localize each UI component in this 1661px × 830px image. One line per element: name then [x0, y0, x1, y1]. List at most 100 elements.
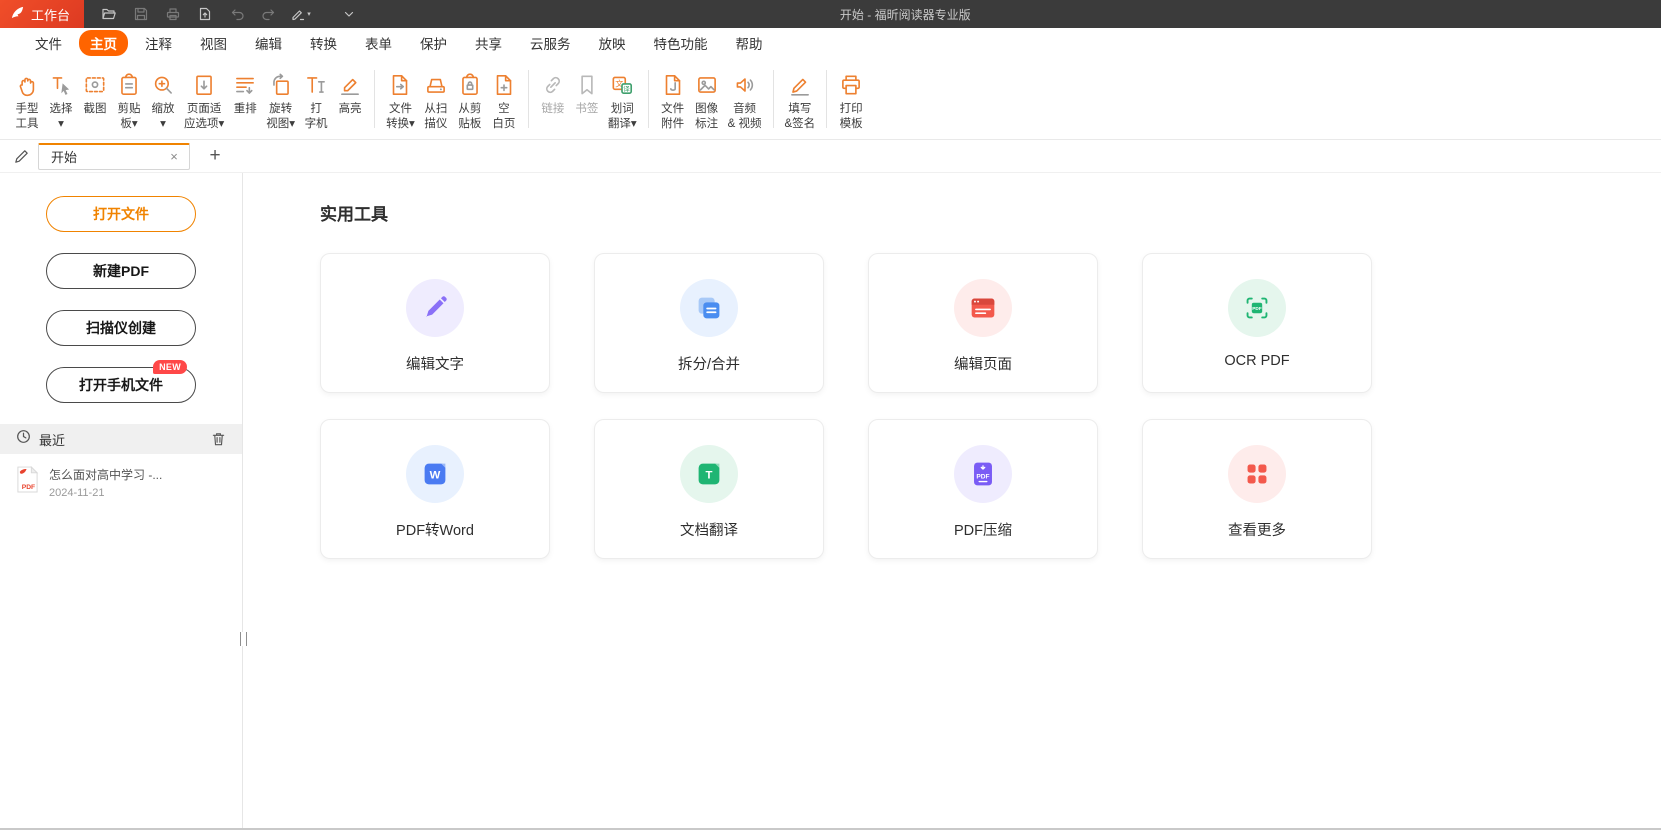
tab-start[interactable]: 开始 × — [38, 143, 190, 170]
ribbon-item-link[interactable]: 链接 — [536, 70, 570, 117]
scanner-create-button[interactable]: 扫描仪创建 — [46, 310, 196, 346]
recent-section-header: 最近 — [0, 424, 242, 454]
print-icon[interactable] — [158, 2, 187, 26]
open-file-button[interactable]: 打开文件 — [46, 196, 196, 232]
ocr-pdf-icon: PDF — [1228, 279, 1286, 337]
signature-icon[interactable]: ▾ — [286, 2, 315, 26]
ribbon-item-bookmark[interactable]: 书签 — [570, 70, 604, 117]
reflow-icon — [232, 70, 258, 100]
tool-card-split-merge[interactable]: 拆分/合并 — [594, 253, 824, 393]
pdf-file-icon: PDF — [16, 466, 39, 498]
tool-card-document-translate[interactable]: T 文档翻译 — [594, 419, 824, 559]
tool-card-edit-pages[interactable]: 编辑页面 — [868, 253, 1098, 393]
window-title: 开始 - 福昕阅读器专业版 — [840, 6, 971, 23]
ribbon-item-page-fit[interactable]: 页面适 应选项▾ — [180, 70, 228, 132]
menu-cloud[interactable]: 云服务 — [519, 30, 582, 56]
tool-card-ocr-pdf[interactable]: PDF OCR PDF — [1142, 253, 1372, 393]
menu-comment[interactable]: 注释 — [134, 30, 183, 56]
trash-icon[interactable] — [211, 431, 226, 447]
redo-icon[interactable] — [254, 2, 283, 26]
workspace-label: 工作台 — [31, 5, 70, 24]
ribbon-item-snapshot[interactable]: 截图 — [78, 70, 112, 117]
menu-file[interactable]: 文件 — [24, 30, 73, 56]
tool-card-pdf-compress[interactable]: PDF PDF压缩 — [868, 419, 1098, 559]
export-icon[interactable] — [190, 2, 219, 26]
paperclip-icon — [660, 70, 686, 100]
tab-label: 开始 — [51, 147, 166, 166]
ribbon-separator — [648, 70, 649, 128]
ribbon-item-image-annotation[interactable]: 图像 标注 — [690, 70, 724, 132]
view-more-icon — [1228, 445, 1286, 503]
scanner-icon — [423, 70, 449, 100]
ribbon-item-audio-video[interactable]: 音频 & 视频 — [724, 70, 766, 132]
foxit-logo-icon — [10, 5, 25, 23]
tool-card-edit-text[interactable]: 编辑文字 — [320, 253, 550, 393]
ribbon-item-from-scanner[interactable]: 从扫 描仪 — [419, 70, 453, 132]
tools-grid: 编辑文字 拆分/合并 编辑页面 PDF — [320, 253, 1661, 559]
tool-card-pdf-to-word[interactable]: W PDF转Word — [320, 419, 550, 559]
svg-text:译: 译 — [624, 85, 631, 93]
recent-file-item[interactable]: PDF 怎么面对高中学习 -... 2024-11-21 — [0, 454, 242, 511]
document-tabbar: 开始 × + — [0, 140, 1661, 173]
split-merge-icon — [680, 279, 738, 337]
ribbon-item-rotate-view[interactable]: 旋转 视图▾ — [262, 70, 299, 132]
ribbon-item-print-template[interactable]: 打印 模板 — [834, 70, 868, 132]
open-folder-icon[interactable] — [94, 2, 123, 26]
svg-text:PDF: PDF — [976, 473, 989, 480]
ribbon-item-zoom[interactable]: 缩放 ▾ — [146, 70, 180, 132]
ribbon-group-media: 文件 附件 图像 标注 音频 & 视频 — [656, 70, 766, 132]
menu-help[interactable]: 帮助 — [725, 30, 774, 56]
ribbon-item-hand-tool[interactable]: 手型 工具 — [10, 70, 44, 132]
chevron-down-icon[interactable] — [334, 2, 363, 26]
svg-text:T: T — [706, 470, 713, 482]
highlight-icon — [337, 70, 363, 100]
menu-form[interactable]: 表单 — [354, 30, 403, 56]
undo-icon[interactable] — [222, 2, 251, 26]
app-window: 工作台 ▾ 开始 - 福昕阅读器专业版 文件 主页 注释 视图 编辑 转换 表单… — [0, 0, 1661, 830]
ribbon-item-blank-page[interactable]: 空 白页 — [487, 70, 521, 132]
save-icon[interactable] — [126, 2, 155, 26]
select-cursor-icon — [48, 70, 74, 100]
ribbon-item-from-clipboard[interactable]: 从剪 贴板 — [453, 70, 487, 132]
edit-pencil-icon[interactable] — [8, 143, 34, 169]
ribbon-item-reflow[interactable]: 重排 — [228, 70, 262, 117]
ribbon-separator — [528, 70, 529, 128]
menu-share[interactable]: 共享 — [464, 30, 513, 56]
typewriter-icon — [303, 70, 329, 100]
zoom-icon — [150, 70, 176, 100]
titlebar-quick-actions: ▾ — [94, 2, 363, 26]
menu-convert[interactable]: 转换 — [299, 30, 348, 56]
menu-present[interactable]: 放映 — [588, 30, 637, 56]
section-title: 实用工具 — [320, 200, 1661, 225]
body-area: 打开文件 新建PDF 扫描仪创建 打开手机文件 NEW 最近 PDF 怎么面对高… — [0, 173, 1661, 828]
ribbon-item-file-attachment[interactable]: 文件 附件 — [656, 70, 690, 132]
from-clipboard-icon — [457, 70, 483, 100]
ribbon-item-select[interactable]: 选择 ▾ — [44, 70, 78, 132]
menu-protect[interactable]: 保护 — [409, 30, 458, 56]
ribbon-item-fill-sign[interactable]: 填写 &签名 — [781, 70, 820, 132]
open-mobile-file-button[interactable]: 打开手机文件 NEW — [46, 367, 196, 403]
menu-view[interactable]: 视图 — [189, 30, 238, 56]
printer-icon — [838, 70, 864, 100]
ribbon-item-highlight[interactable]: 高亮 — [333, 70, 367, 117]
speaker-icon — [732, 70, 758, 100]
ribbon-group-tools: 手型 工具 选择 ▾ 截图 剪贴 板▾ 缩放 ▾ 页面适 应选项▾ — [10, 70, 367, 132]
clock-icon — [16, 429, 31, 449]
menu-home[interactable]: 主页 — [79, 30, 128, 56]
pen-icon — [787, 70, 813, 100]
ribbon-item-translate[interactable]: 文译 划词 翻译▾ — [604, 70, 641, 132]
menu-edit[interactable]: 编辑 — [244, 30, 293, 56]
link-icon — [540, 70, 566, 100]
sidebar-resize-handle[interactable] — [240, 632, 247, 646]
menu-features[interactable]: 特色功能 — [643, 30, 719, 56]
workspace-button[interactable]: 工作台 — [0, 0, 84, 28]
tool-card-view-more[interactable]: 查看更多 — [1142, 419, 1372, 559]
new-pdf-button[interactable]: 新建PDF — [46, 253, 196, 289]
ribbon-item-clipboard[interactable]: 剪贴 板▾ — [112, 70, 146, 132]
new-tab-button[interactable]: + — [204, 145, 226, 167]
ribbon-item-file-convert[interactable]: 文件 转换▾ — [382, 70, 419, 132]
ribbon-item-typewriter[interactable]: 打 字机 — [299, 70, 333, 132]
close-icon[interactable]: × — [166, 149, 182, 164]
document-translate-icon: T — [680, 445, 738, 503]
caret-down-icon: ▾ — [307, 10, 311, 18]
